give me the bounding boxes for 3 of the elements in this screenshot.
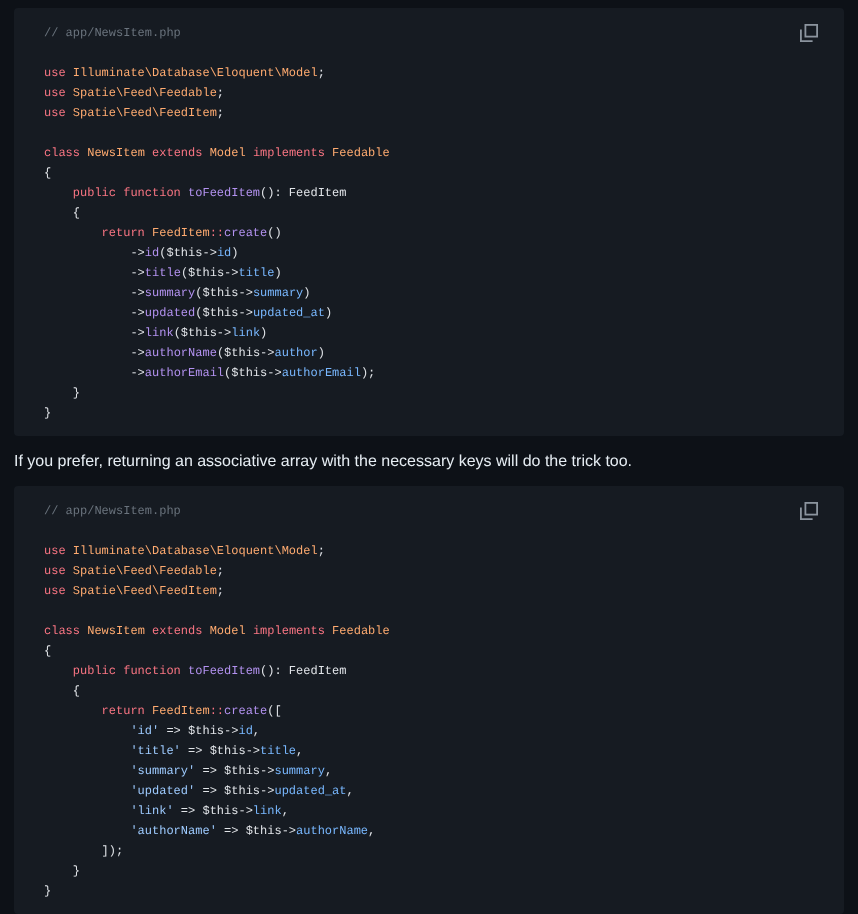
copy-icon[interactable] bbox=[800, 24, 818, 42]
copy-icon[interactable] bbox=[800, 502, 818, 520]
paragraph: If you prefer, returning an associative array with the necessary keys will do the trick too. bbox=[12, 450, 635, 474]
